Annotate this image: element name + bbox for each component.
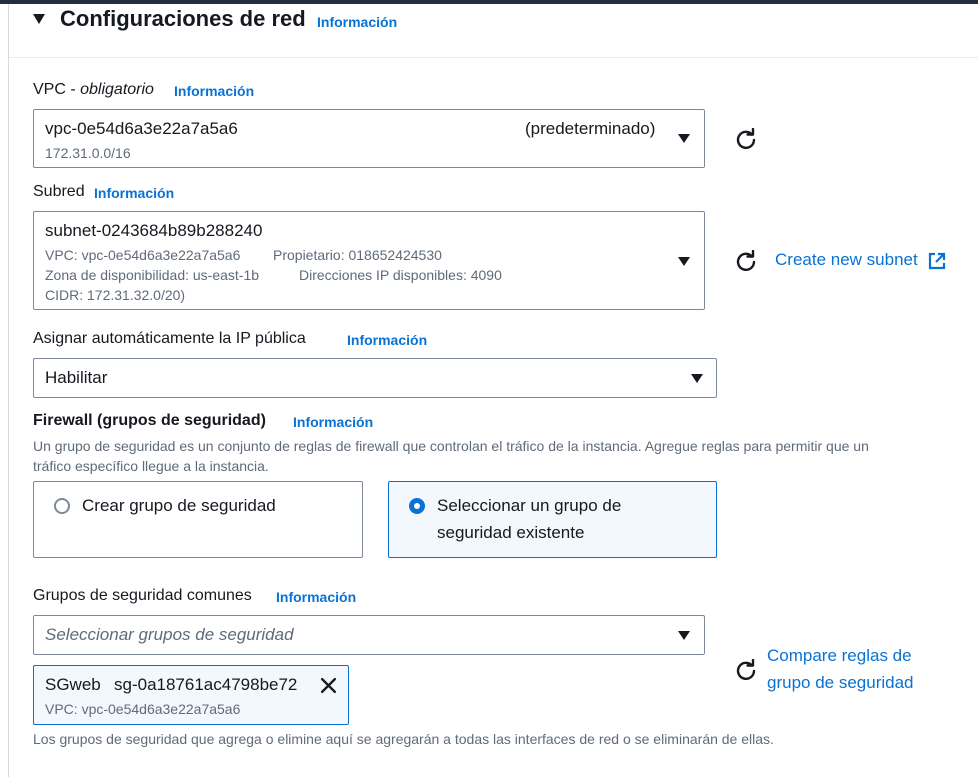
radio-select-existing[interactable] [409, 498, 425, 514]
security-groups-footer-note: Los grupos de seguridad que agrega o eli… [33, 731, 774, 747]
subnet-available-ips: Direcciones IP disponibles: 4090 [299, 267, 502, 283]
collapse-toggle-icon[interactable] [33, 14, 45, 24]
security-groups-placeholder: Seleccionar grupos de seguridad [45, 625, 294, 644]
firewall-label: Firewall (grupos de seguridad) [33, 412, 266, 429]
vpc-info-link[interactable]: Información [174, 83, 254, 99]
common-groups-info-link[interactable]: Información [276, 589, 356, 605]
chevron-down-icon [678, 134, 690, 143]
external-link-icon [928, 252, 946, 270]
section-title: Configuraciones de red [60, 6, 306, 31]
option-create-security-group[interactable]: Crear grupo de seguridad [33, 481, 363, 558]
option-select-label-line1: Seleccionar un grupo de [437, 496, 622, 515]
compare-rules-link-line1[interactable]: Compare reglas de [767, 646, 912, 666]
close-icon[interactable] [320, 677, 337, 694]
section-info-link[interactable]: Información [317, 14, 397, 30]
subnet-cidr: CIDR: 172.31.32.0/20) [45, 287, 186, 303]
left-border [8, 4, 9, 777]
subnet-label: Subred [33, 183, 85, 200]
firewall-description-line2: tráfico específico llegue a la instancia… [33, 458, 269, 474]
subnet-info-link[interactable]: Información [94, 185, 174, 201]
vpc-required-text: obligatorio [80, 81, 154, 98]
refresh-icon[interactable] [735, 659, 757, 681]
selected-security-group-token: SGweb sg-0a18761ac4798be72 VPC: vpc-0e54… [33, 665, 349, 725]
token-group-name: SGweb [45, 675, 101, 694]
vpc-value: vpc-0e54d6a3e22a7a5a6 [45, 119, 238, 138]
firewall-info-link[interactable]: Información [293, 414, 373, 430]
compare-rules-link-line2[interactable]: grupo de seguridad [767, 673, 914, 693]
create-subnet-link[interactable]: Create new subnet [775, 250, 918, 270]
vpc-label-text: VPC - [33, 81, 81, 98]
option-select-existing-group[interactable]: Seleccionar un grupo de seguridad existe… [388, 481, 717, 558]
vpc-default-tag: (predeterminado) [525, 119, 656, 138]
public-ip-info-link[interactable]: Información [347, 332, 427, 348]
section-divider [9, 57, 978, 58]
token-vpc: VPC: vpc-0e54d6a3e22a7a5a6 [45, 701, 241, 717]
option-select-label-line2: seguridad existente [437, 523, 585, 542]
create-subnet-text: Create new subnet [775, 250, 918, 269]
public-ip-label: Asignar automáticamente la IP pública [33, 330, 306, 347]
subnet-vpc: VPC: vpc-0e54d6a3e22a7a5a6 [45, 247, 241, 263]
public-ip-value: Habilitar [45, 368, 108, 387]
subnet-value: subnet-0243684b89b288240 [45, 221, 263, 240]
firewall-description-line1: Un grupo de seguridad es un conjunto de … [33, 438, 869, 454]
token-group-id: sg-0a18761ac4798be72 [114, 675, 298, 694]
security-groups-select[interactable]: Seleccionar grupos de seguridad [33, 615, 705, 655]
chevron-down-icon [678, 631, 690, 640]
subnet-owner: Propietario: 018652424530 [273, 247, 442, 263]
chevron-down-icon [678, 257, 690, 266]
subnet-select[interactable]: subnet-0243684b89b288240 VPC: vpc-0e54d6… [33, 211, 705, 310]
common-groups-label: Grupos de seguridad comunes [33, 587, 252, 604]
vpc-cidr: 172.31.0.0/16 [45, 145, 131, 161]
public-ip-select[interactable]: Habilitar [33, 358, 717, 398]
refresh-icon[interactable] [735, 128, 757, 150]
radio-create[interactable] [54, 498, 70, 514]
vpc-select[interactable]: vpc-0e54d6a3e22a7a5a6 (predeterminado) 1… [33, 109, 705, 168]
option-create-label: Crear grupo de seguridad [82, 496, 276, 515]
vpc-label: VPC - obligatorio [33, 81, 154, 99]
subnet-az: Zona de disponibilidad: us-east-1b [45, 267, 260, 283]
refresh-icon[interactable] [735, 250, 757, 272]
chevron-down-icon [691, 374, 703, 383]
top-bar [0, 0, 978, 4]
